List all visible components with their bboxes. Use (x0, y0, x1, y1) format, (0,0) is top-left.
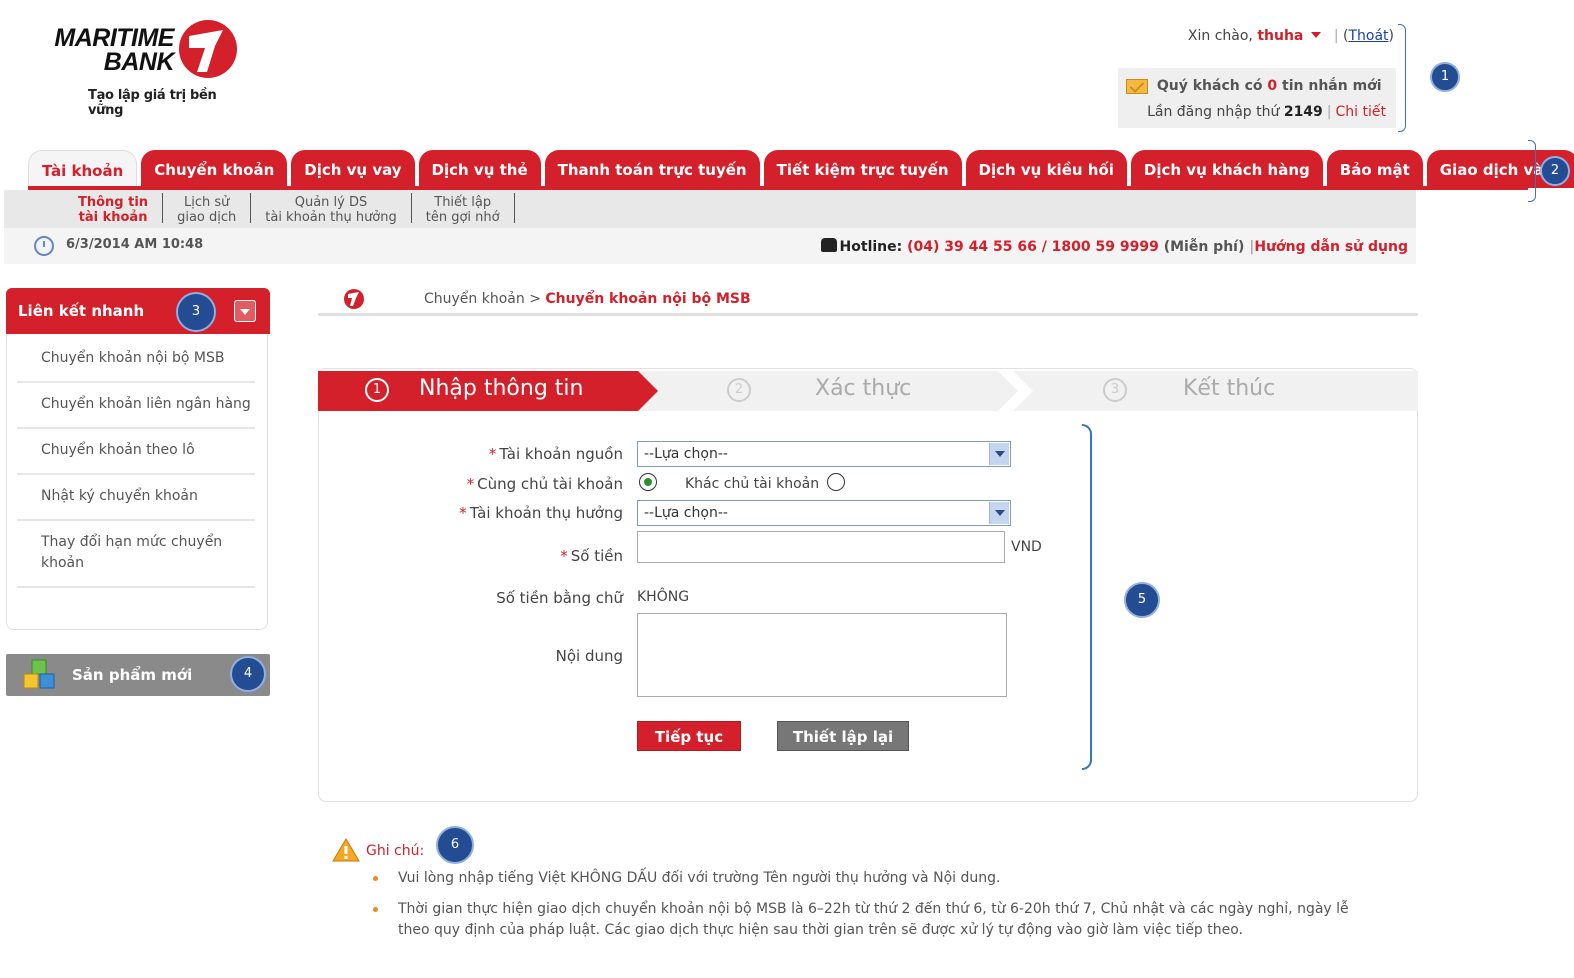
subtab-lich-su-giao-dich[interactable]: Lịch sử giao dịch (163, 193, 252, 225)
amount-words-label: Số tiền bằng chữ (496, 589, 623, 607)
breadcrumb-logo-icon (344, 289, 364, 309)
user-menu-chevron-icon[interactable] (1311, 32, 1322, 38)
logout-link[interactable]: Thoát (1348, 28, 1388, 44)
content-label: Nội dung (555, 647, 623, 665)
annotation-badge-3: 3 (176, 292, 216, 332)
chevron-down-icon[interactable] (234, 300, 256, 322)
step-3-label: Kết thúc (1183, 376, 1276, 401)
status-bar: 6/3/2014 AM 10:48 Hotline: (04) 39 44 55… (4, 228, 1416, 264)
tab-thanh-toan-truc-tuyen[interactable]: Thanh toán trực tuyến (544, 150, 760, 188)
details-link[interactable]: Chi tiết (1336, 104, 1386, 120)
bank-logo[interactable]: MARITIME BANK Tạo lập giá trị bền vững (30, 18, 250, 118)
message-box: Quý khách có 0 tin nhắn mới Lần đăng nhậ… (1118, 68, 1396, 128)
beneficiary-label: * Tài khoản thụ hưởng (459, 504, 623, 522)
note-item: Vui lòng nhập tiếng Việt KHÔNG DẤU đối v… (370, 868, 1370, 889)
annotation-badge-1: 1 (1430, 62, 1460, 92)
username[interactable]: thuha (1257, 28, 1303, 44)
continue-button[interactable]: Tiếp tục (637, 721, 741, 751)
quick-links-panel: Liên kết nhanh Chuyển khoản nội bộ MSB C… (6, 288, 270, 630)
quick-links-title: Liên kết nhanh (18, 302, 145, 320)
tab-tai-khoan[interactable]: Tài khoản (28, 150, 138, 188)
source-account-label: * Tài khoản nguồn (488, 445, 623, 463)
amount-label: * Số tiền (560, 547, 623, 565)
same-owner-radio[interactable] (639, 473, 657, 491)
clock-icon (34, 236, 54, 256)
dropdown-arrow-icon (989, 443, 1009, 465)
messages-suffix: tin nhắn mới (1282, 78, 1382, 94)
amount-words-value: KHÔNG (637, 589, 690, 605)
greeting-text: Xin chào, (1187, 28, 1253, 44)
tab-bao-mat[interactable]: Bảo mật (1326, 150, 1423, 188)
breadcrumb-divider (318, 313, 1418, 316)
greeting-bar: Xin chào, thuha | (Thoát) (1187, 28, 1394, 44)
warning-icon (332, 838, 360, 862)
beneficiary-select[interactable]: --Lựa chọn-- (637, 500, 1011, 526)
tab-dich-vu-khach-hang[interactable]: Dịch vụ khách hàng (1130, 150, 1323, 188)
messages-count[interactable]: 0 (1267, 78, 1277, 94)
transfer-form-panel: 1 Nhập thông tin 2 Xác thực 3 Kết thúc *… (318, 368, 1418, 802)
user-guide-link[interactable]: Hướng dẫn sử dụng (1254, 239, 1408, 255)
annotation-bracket-2 (1528, 140, 1536, 202)
annotation-badge-5: 5 (1124, 582, 1160, 618)
login-count-label: Lần đăng nhập thứ (1147, 104, 1280, 120)
notes-list: Vui lòng nhập tiếng Việt KHÔNG DẤU đối v… (370, 868, 1370, 951)
subtab-quan-ly-ds[interactable]: Quản lý DS tài khoản thụ hưởng (251, 193, 412, 225)
quick-links-header[interactable]: Liên kết nhanh (6, 288, 270, 334)
reset-button[interactable]: Thiết lập lại (777, 721, 909, 751)
quick-link-item[interactable]: Nhật ký chuyển khoản (17, 475, 255, 521)
annotation-badge-6: 6 (436, 826, 474, 864)
note-item: Thời gian thực hiện giao dịch chuyển kho… (370, 899, 1370, 941)
breadcrumb: Chuyển khoản > Chuyển khoản nội bộ MSB (424, 291, 751, 307)
new-products-label: Sản phẩm mới (72, 666, 193, 684)
bank-logo-icon (179, 20, 237, 78)
amount-input[interactable] (637, 531, 1005, 563)
current-datetime: 6/3/2014 AM 10:48 (66, 237, 204, 252)
cubes-icon (23, 659, 55, 689)
phone-icon (820, 238, 837, 252)
main-nav: Tài khoản Chuyển khoản Dịch vụ vay Dịch … (28, 148, 1574, 188)
hotline: Hotline: (04) 39 44 55 66 / 1800 59 9999… (820, 238, 1408, 255)
login-count: 2149 (1283, 104, 1323, 120)
dropdown-arrow-icon (989, 502, 1009, 524)
same-owner-label: * Cùng chủ tài khoản (466, 475, 623, 493)
slogan: Tạo lập giá trị bền vững (88, 88, 217, 118)
breadcrumb-parent[interactable]: Chuyển khoản > (424, 291, 541, 307)
step-2-label: Xác thực (815, 376, 912, 401)
envelope-icon (1126, 78, 1148, 94)
hotline-numbers: (04) 39 44 55 66 / 1800 59 9999 (907, 239, 1159, 255)
quick-link-item[interactable]: Chuyển khoản theo lô (17, 429, 255, 475)
quick-link-item[interactable]: Thay đổi hạn mức chuyển khoản (17, 521, 255, 588)
other-owner-radio[interactable] (827, 473, 845, 491)
tab-dich-vu-vay[interactable]: Dịch vụ vay (291, 150, 415, 188)
tab-tiet-kiem-truc-tuyen[interactable]: Tiết kiệm trực tuyến (763, 150, 962, 188)
annotation-bracket-5 (1082, 424, 1092, 770)
logo-line2: BANK (103, 48, 175, 76)
quick-links-list: Chuyển khoản nội bộ MSB Chuyển khoản liê… (17, 337, 255, 588)
annotation-badge-4: 4 (230, 656, 266, 692)
breadcrumb-current: Chuyển khoản nội bộ MSB (545, 291, 751, 307)
annotation-bracket-1 (1398, 24, 1406, 132)
notes-title: Ghi chú: (366, 843, 425, 859)
messages-prefix: Quý khách có (1156, 78, 1263, 94)
tab-dich-vu-the[interactable]: Dịch vụ thẻ (418, 150, 541, 188)
sub-nav: Thông tin tài khoản Lịch sử giao dịch Qu… (4, 190, 1416, 228)
content-textarea[interactable] (637, 613, 1007, 697)
quick-link-item[interactable]: Chuyển khoản liên ngân hàng (17, 383, 255, 429)
subtab-thiet-lap-ten-goi-nho[interactable]: Thiết lập tên gợi nhớ (412, 193, 515, 225)
source-account-select[interactable]: --Lựa chọn-- (637, 441, 1011, 467)
quick-link-item[interactable]: Chuyển khoản nội bộ MSB (17, 337, 255, 383)
currency-label: VND (1011, 539, 1042, 555)
tab-dich-vu-kieu-hoi[interactable]: Dịch vụ kiều hối (965, 150, 1127, 188)
step-2-number: 2 (727, 378, 751, 402)
annotation-badge-2: 2 (1540, 156, 1570, 186)
tab-chuyen-khoan[interactable]: Chuyển khoản (141, 150, 288, 188)
other-owner-label: Khác chủ tài khoản (685, 476, 820, 492)
logo-line1: MARITIME (54, 24, 174, 52)
step-1-label: Nhập thông tin (419, 376, 584, 401)
step-1-number: 1 (365, 378, 389, 402)
hotline-free: (Miễn phí) (1163, 239, 1245, 255)
step-3-number: 3 (1103, 378, 1127, 402)
subtab-thong-tin-tai-khoan[interactable]: Thông tin tài khoản (64, 193, 164, 225)
